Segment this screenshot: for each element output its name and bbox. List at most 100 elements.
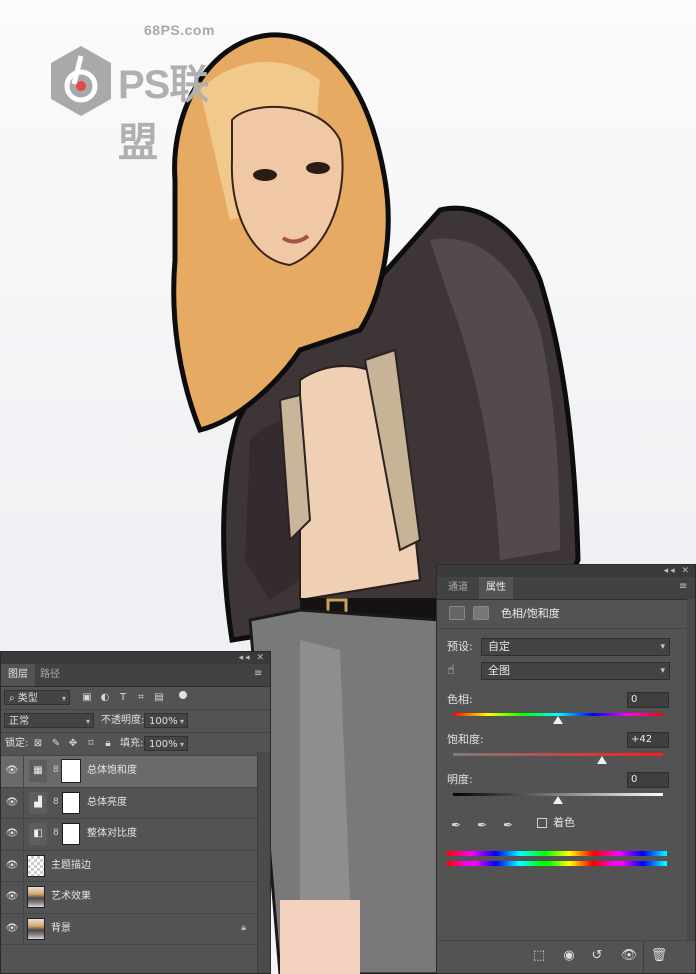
layer-row-hue-saturation[interactable]: 👁︎ ▦ 8 总体饱和度 [1, 756, 270, 788]
tab-paths[interactable]: 路径 [33, 664, 67, 686]
layer-row-art-effect[interactable]: 👁︎ 艺术效果 [1, 882, 270, 914]
layer-mask-thumbnail[interactable] [62, 791, 80, 814]
layer-filter-kind-select[interactable]: ⌕ 类型 ▾ [4, 690, 70, 705]
panel-menu-icon[interactable]: ≡ [254, 669, 264, 679]
layer-row-gradient[interactable]: 👁︎ ◧ 8 整体对比度 [1, 819, 270, 851]
tab-channels[interactable]: 通道 [441, 577, 475, 599]
type-filter-icon[interactable]: T [117, 692, 129, 704]
channel-value: 全图 [488, 664, 510, 677]
preset-select[interactable]: 自定 ▾ [481, 638, 670, 656]
saturation-slider-block: 饱和度: +42 [437, 731, 695, 771]
lightness-slider-thumb[interactable] [553, 796, 563, 804]
chevron-down-icon: ▾ [660, 666, 665, 676]
target-adjust-hand-icon[interactable]: ☝ [447, 659, 455, 683]
hue-input[interactable]: 0 [627, 692, 669, 708]
eye-icon[interactable]: 👁︎ [5, 828, 19, 840]
blend-mode-select[interactable]: 正常 ▾ [4, 713, 94, 728]
link-icon[interactable]: 8 [53, 764, 59, 776]
result-color-bar [447, 861, 667, 866]
clip-to-layer-icon[interactable]: ⬚ [529, 947, 549, 965]
eyedropper-plus-icon[interactable]: ✒ [473, 817, 491, 833]
properties-scrollbar[interactable] [687, 599, 695, 941]
layer-filter-row: ⌕ 类型 ▾ ▣ ◐ T ⌗ ▤ [1, 687, 270, 710]
saturation-input[interactable]: +42 [627, 732, 669, 748]
eye-icon[interactable]: 👁︎ [5, 765, 19, 777]
panel-menu-icon[interactable]: ≡ [679, 582, 689, 592]
properties-panel: ◂◂ ✕ 通道 属性 ≡ 色相/饱和度 预设: 自定 ▾ ☝ 全图 ▾ 色相: … [436, 564, 696, 974]
reset-icon[interactable]: ↺ [587, 947, 607, 965]
lock-label: 锁定: [5, 738, 29, 749]
color-range-bars [437, 835, 695, 875]
tab-layers[interactable]: 图层 [1, 664, 35, 686]
opacity-input[interactable]: 100% ▾ [144, 713, 188, 728]
lock-image-icon[interactable]: ✎ [50, 738, 62, 750]
opacity-label: 不透明度: [101, 715, 145, 726]
layer-mask-thumbnail[interactable] [62, 823, 80, 845]
eye-icon[interactable]: 👁︎ [5, 860, 19, 872]
chevron-down-icon: ▾ [61, 694, 66, 703]
blend-row: 正常 ▾ 不透明度: 100% ▾ [1, 710, 270, 733]
eye-icon[interactable]: 👁︎ [5, 923, 19, 935]
watermark-site-text: 68PS.com [144, 22, 215, 38]
colorize-checkbox[interactable] [537, 818, 547, 828]
preset-label: 预设: [447, 640, 473, 653]
visibility-icon[interactable]: 👁︎ [619, 947, 639, 965]
channel-select[interactable]: 全图 ▾ [481, 662, 670, 680]
panel-collapse-close-controls[interactable]: ◂◂ ✕ [239, 652, 266, 664]
eyedropper-minus-icon[interactable]: ✒ [499, 817, 517, 833]
eyedropper-row: ✒ ✒ ✒ 着色 [437, 811, 695, 835]
layer-row-background[interactable]: 👁︎ 背景 🔒︎ [1, 913, 270, 945]
lightness-input[interactable]: 0 [627, 772, 669, 788]
link-icon[interactable]: 8 [53, 827, 59, 839]
levels-adjustment-icon: ▟ [29, 791, 47, 814]
layer-name: 背景 [51, 922, 71, 934]
layer-name: 主题描边 [51, 859, 91, 871]
layer-row-outline[interactable]: 👁︎ 主题描边 [1, 850, 270, 882]
eyedropper-icon[interactable]: ✒ [447, 817, 465, 833]
lock-icon: 🔒︎ [241, 922, 246, 933]
blend-mode-value: 正常 [9, 716, 29, 727]
tab-properties[interactable]: 属性 [479, 577, 513, 599]
properties-footer: ⬚ ◉ ↺ 👁︎ 🗑︎ [437, 940, 695, 973]
layers-scrollbar[interactable] [257, 752, 270, 973]
eye-icon[interactable]: 👁︎ [5, 797, 19, 809]
hue-slider-block: 色相: 0 [437, 691, 695, 731]
panel-collapse-close-controls[interactable]: ◂◂ ✕ [664, 565, 691, 577]
mask-icon[interactable] [473, 606, 489, 620]
layer-mask-thumbnail[interactable] [61, 759, 81, 783]
lock-transparent-icon[interactable]: ⊠ [32, 738, 44, 750]
smart-object-filter-icon[interactable]: ▤ [153, 692, 165, 704]
layer-name: 整体对比度 [87, 828, 137, 839]
hue-saturation-adjustment-icon: ▦ [29, 760, 47, 782]
fill-label: 填充: [120, 738, 144, 749]
footer-separator [643, 941, 644, 973]
chevron-down-icon: ▾ [85, 717, 90, 726]
lock-row: 锁定: ⊠ ✎ ✥ ⌑ 🔒︎ 填充: 100% ▾ [1, 733, 270, 756]
properties-title-row: 色相/饱和度 [437, 600, 695, 629]
layer-name: 总体亮度 [87, 796, 127, 808]
adjustment-icon[interactable] [449, 606, 465, 620]
fill-input[interactable]: 100% ▾ [144, 736, 188, 751]
view-previous-icon[interactable]: ◉ [559, 947, 579, 965]
hue-slider-thumb[interactable] [553, 716, 563, 724]
hue-label: 色相: [447, 693, 473, 706]
shape-filter-icon[interactable]: ⌗ [135, 692, 147, 704]
link-icon[interactable]: 8 [53, 796, 59, 808]
properties-tabbar: 通道 属性 ≡ [437, 577, 695, 600]
trash-icon[interactable]: 🗑︎ [649, 947, 669, 965]
preset-value: 自定 [488, 640, 510, 653]
filter-toggle[interactable] [179, 691, 187, 699]
adjustment-filter-icon[interactable]: ◐ [99, 692, 111, 704]
lightness-label: 明度: [447, 773, 473, 786]
layers-list: 👁︎ ▦ 8 总体饱和度 👁︎ ▟ 8 总体亮度 👁︎ ◧ 8 整体对比度 👁︎ [1, 756, 270, 945]
layer-row-levels[interactable]: 👁︎ ▟ 8 总体亮度 [1, 787, 270, 819]
saturation-slider-thumb[interactable] [597, 756, 608, 764]
image-filter-icon[interactable]: ▣ [81, 692, 93, 704]
lock-position-icon[interactable]: ✥ [67, 738, 79, 750]
saturation-track[interactable] [453, 753, 663, 756]
lock-artboard-icon[interactable]: ⌑ [85, 738, 97, 750]
watermark-logo-icon [51, 46, 111, 116]
eye-icon[interactable]: 👁︎ [5, 891, 19, 903]
lock-all-icon[interactable]: 🔒︎ [102, 738, 114, 750]
watermark: 68PS.com PS联盟 [48, 22, 228, 165]
